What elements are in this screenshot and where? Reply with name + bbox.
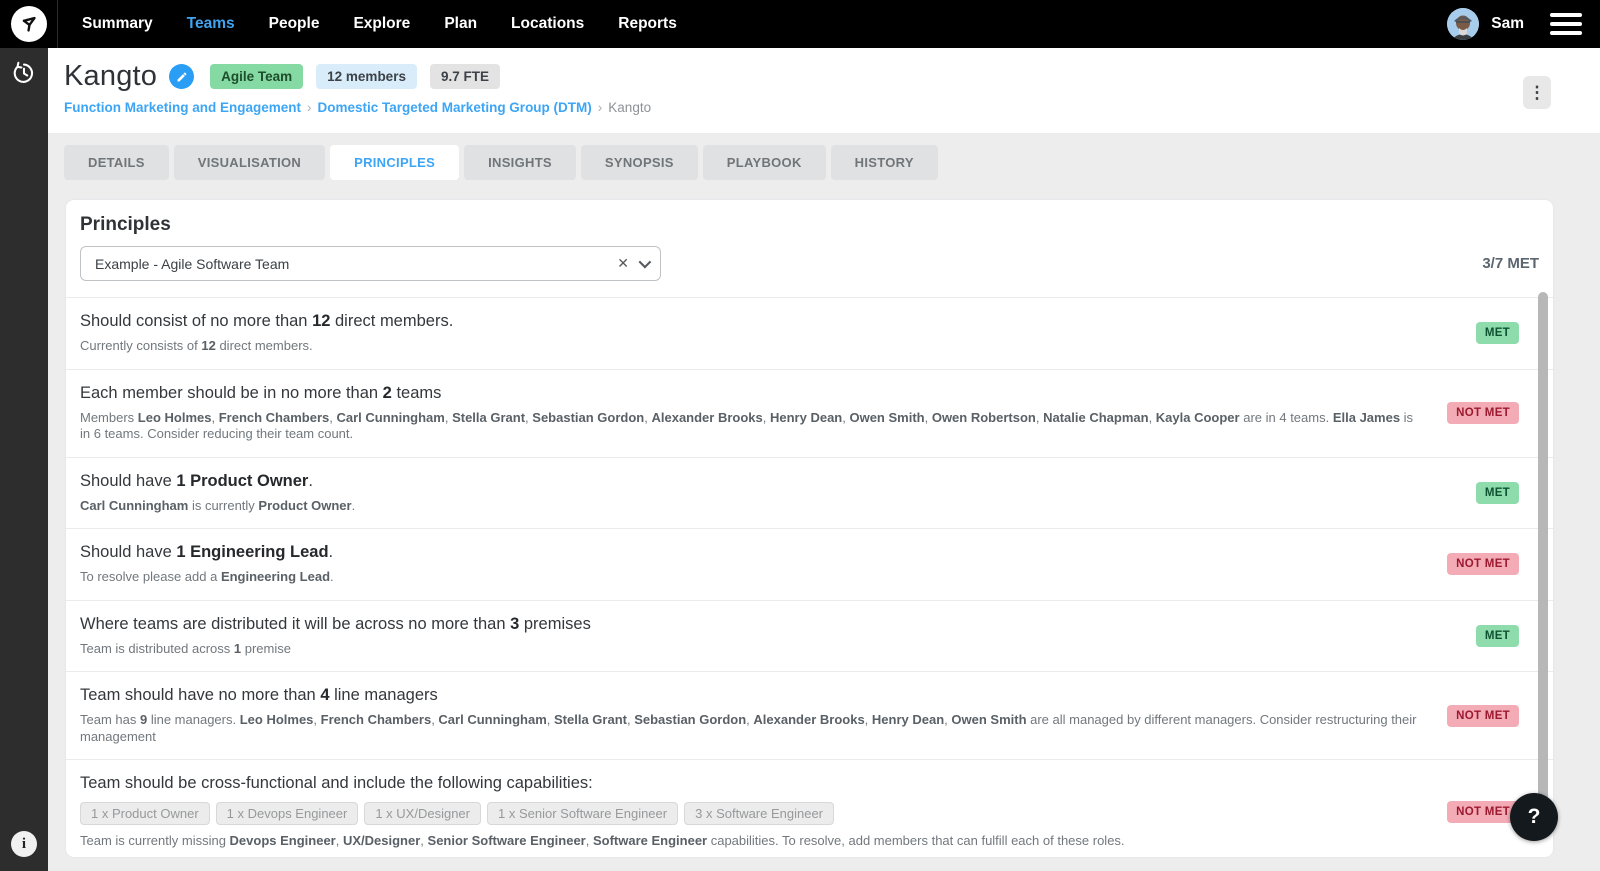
team-badge-12-members: 12 members: [316, 64, 417, 89]
tab-playbook[interactable]: PLAYBOOK: [702, 145, 826, 180]
principle-title: Should have 1 Product Owner.: [80, 471, 313, 490]
breadcrumb-separator: ›: [597, 100, 603, 115]
principle-title: Team should have no more than 4 line man…: [80, 686, 438, 704]
breadcrumb-separator: ›: [307, 100, 312, 115]
met-summary: 3/7 MET: [1482, 255, 1539, 272]
principle-detail: Members Leo Holmes, French Chambers, Car…: [80, 409, 1414, 442]
principle-row-2: Each member should be in no more than 2 …: [66, 368, 1553, 457]
history-icon[interactable]: [11, 60, 37, 91]
tabs-strip: DETAILS VISUALISATION PRINCIPLES INSIGHTS SY…: [48, 133, 1600, 192]
breadcrumb-item-kangto: Kangto: [608, 100, 652, 115]
left-rail: i: [0, 48, 48, 871]
nav-right: Sam: [1447, 8, 1600, 40]
principles-panel: Principles Example - Agile Software Team…: [66, 200, 1553, 857]
nav-item-teams[interactable]: Teams: [187, 15, 235, 33]
principle-detail: Team is distributed across 1 premise: [80, 640, 291, 656]
nav-item-locations[interactable]: Locations: [511, 15, 584, 33]
user-avatar[interactable]: [1447, 8, 1480, 40]
principle-row-1: Should consist of no more than 12 direct…: [66, 297, 1553, 369]
principle-detail: Carl Cunningham is currently Product Own…: [80, 497, 356, 513]
principle-title: Should consist of no more than 12 direct…: [80, 312, 454, 330]
nav-item-plan[interactable]: Plan: [444, 15, 477, 33]
principle-detail: Team has 9 line managers. Leo Holmes, Fr…: [80, 712, 1417, 744]
principle-row-5: Where teams are distributed it will be a…: [66, 599, 1553, 672]
username: Sam: [1491, 15, 1524, 32]
status-badge: MET: [1475, 322, 1519, 345]
principles-list: Should consist of no more than 12 direct…: [66, 297, 1553, 857]
info-icon[interactable]: i: [11, 831, 37, 857]
principle-title: Each member should be in no more than 2 …: [80, 383, 442, 402]
status-badge: NOT MET: [1447, 800, 1519, 823]
principle-detail: Team is currently missing Devops Enginee…: [80, 833, 1125, 848]
tab-synopsis[interactable]: SYNOPSIS: [580, 145, 698, 180]
tab-details[interactable]: DETAILS: [64, 145, 169, 180]
breadcrumb: Function Marketing and Engagement › Domest…: [64, 100, 1582, 115]
team-badge-agile-team: Agile Team: [210, 64, 304, 89]
breadcrumb-item-domestic-targeted-marketing-group-dtm[interactable]: Domestic Targeted Marketing Group (DTM): [318, 100, 592, 115]
help-button[interactable]: ?: [1510, 793, 1558, 841]
principle-detail: Currently consists of 12 direct members.: [80, 338, 313, 353]
app-logo-icon: [10, 6, 47, 42]
header-badges: Agile Team 12 members 9.7 FTE: [210, 64, 500, 89]
breadcrumb-item-function-marketing-and-engagement[interactable]: Function Marketing and Engagement: [64, 100, 301, 115]
status-badge: NOT MET: [1447, 402, 1519, 424]
principle-row-7: Team should be cross-functional and incl…: [66, 759, 1553, 857]
principle-title: Team should be cross-functional and incl…: [80, 774, 593, 792]
status-badge: MET: [1475, 624, 1519, 647]
principle-detail: To resolve please add a Engineering Lead…: [80, 569, 334, 584]
nav-item-summary[interactable]: Summary: [82, 15, 153, 33]
kebab-menu-button[interactable]: ⋮: [1523, 76, 1551, 109]
nav-item-explore[interactable]: Explore: [353, 15, 410, 33]
principles-heading: Principles: [80, 214, 171, 235]
capability-chip-1-x-senior-software-engineer: 1 x Senior Software Engineer: [487, 802, 679, 825]
principle-row-3: Should have 1 Product Owner. Carl Cunning…: [66, 456, 1553, 529]
top-nav: Summary Teams People Explore Plan Locations Re…: [0, 0, 1600, 48]
principle-title: Should have 1 Engineering Lead.: [80, 543, 334, 561]
page-header: Kangto Agile Team 12 members 9.7 FTE Funct…: [48, 48, 1600, 133]
tab-visualisation[interactable]: VISUALISATION: [173, 145, 326, 180]
principle-set-select[interactable]: Example - Agile Software Team ✕: [80, 246, 661, 281]
capability-chips: 1 x Product Owner 1 x Devops Engineer 1 x …: [80, 802, 1423, 825]
hamburger-menu-icon[interactable]: [1550, 13, 1582, 35]
tab-principles[interactable]: PRINCIPLES: [330, 145, 460, 180]
status-badge: MET: [1475, 481, 1519, 504]
app-logo[interactable]: [0, 0, 58, 48]
chevron-down-icon[interactable]: [638, 255, 652, 269]
nav-menu: Summary Teams People Explore Plan Locations Re…: [82, 15, 677, 33]
nav-item-reports[interactable]: Reports: [618, 15, 677, 33]
edit-team-button[interactable]: [169, 64, 195, 89]
principle-set-value: Example - Agile Software Team: [95, 255, 290, 272]
main-area: Kangto Agile Team 12 members 9.7 FTE Funct…: [48, 48, 1600, 871]
principle-row-4: Should have 1 Engineering Lead. To resolv…: [66, 528, 1553, 600]
capability-chip-1-x-product-owner: 1 x Product Owner: [80, 802, 210, 825]
tab-history[interactable]: HISTORY: [830, 145, 938, 180]
principle-row-6: Team should have no more than 4 line man…: [66, 671, 1553, 759]
principle-title: Where teams are distributed it will be a…: [80, 614, 591, 633]
tab-insights[interactable]: INSIGHTS: [464, 145, 576, 180]
capability-chip-1-x-devops-engineer: 1 x Devops Engineer: [215, 802, 359, 825]
status-badge: NOT MET: [1447, 553, 1519, 576]
scrollbar-thumb[interactable]: [1538, 292, 1548, 820]
clear-selection-icon[interactable]: ✕: [607, 255, 639, 272]
status-badge: NOT MET: [1447, 704, 1519, 727]
nav-item-people[interactable]: People: [269, 15, 320, 33]
page-title: Kangto: [64, 60, 158, 92]
team-badge-9-7-fte: 9.7 FTE: [429, 64, 500, 89]
capability-chip-3-x-software-engineer: 3 x Software Engineer: [684, 802, 835, 825]
capability-chip-1-x-ux-designer: 1 x UX/Designer: [364, 802, 481, 825]
